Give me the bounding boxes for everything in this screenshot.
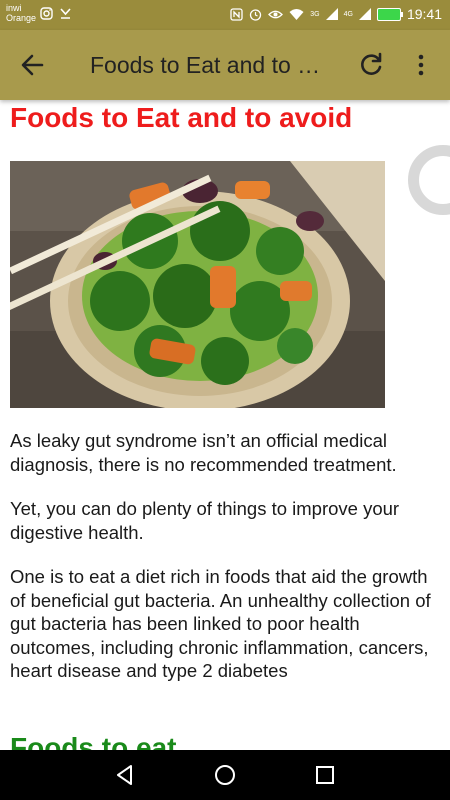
- nav-home-icon: [215, 765, 235, 785]
- hero-image: [10, 161, 385, 408]
- refresh-button[interactable]: [354, 48, 388, 82]
- back-button[interactable]: [14, 48, 50, 82]
- paragraph-2: Yet, you can do plenty of things to impr…: [10, 498, 400, 543]
- nav-home-button[interactable]: [212, 762, 238, 788]
- paragraph-1: As leaky gut syndrome isn’t an official …: [10, 430, 397, 475]
- signal-4g-icon: 4G: [343, 10, 353, 18]
- more-vert-icon: [418, 54, 424, 76]
- paragraph-3: One is to eat a diet rich in foods that …: [10, 566, 431, 681]
- navigation-bar: [0, 750, 450, 800]
- signal-icon: [325, 8, 338, 20]
- instagram-icon: [40, 7, 53, 20]
- download-icon: [60, 8, 71, 19]
- article-heading: Foods to Eat and to avoid: [10, 102, 353, 133]
- nav-recent-button[interactable]: [312, 762, 338, 788]
- section-heading: Foods to eat: [10, 732, 177, 750]
- notification-icons: [40, 7, 72, 20]
- battery-icon: [376, 7, 403, 21]
- nav-recent-icon: [316, 766, 334, 784]
- signal-icon: [358, 8, 371, 20]
- scroll-indicator[interactable]: [408, 145, 450, 215]
- carrier-line-1: inwi: [6, 3, 22, 13]
- nav-back-button[interactable]: [112, 762, 138, 788]
- wifi-icon: [289, 8, 304, 20]
- app-bar: Foods to Eat and to avoid: [0, 30, 450, 100]
- status-bar: inwi Orange 3G 4G 19:41: [0, 0, 450, 30]
- signal-3g-icon: 3G: [310, 10, 320, 18]
- arrow-back-icon: [21, 54, 44, 76]
- carrier-label: inwi Orange: [6, 3, 36, 23]
- more-options-button[interactable]: [406, 48, 436, 82]
- eye-icon: [268, 10, 284, 18]
- nav-back-icon: [117, 765, 132, 785]
- article-content[interactable]: Foods to Eat and to avoid As leaky gut s…: [0, 100, 450, 750]
- status-icons: 3G 4G 19:41: [230, 6, 442, 22]
- clock: 19:41: [406, 6, 442, 22]
- alarm-icon: [250, 8, 262, 21]
- nfc-icon: [230, 7, 243, 21]
- carrier-line-2: Orange: [6, 13, 37, 23]
- app-title: Foods to Eat and to avoid: [90, 52, 330, 78]
- refresh-icon: [361, 52, 382, 75]
